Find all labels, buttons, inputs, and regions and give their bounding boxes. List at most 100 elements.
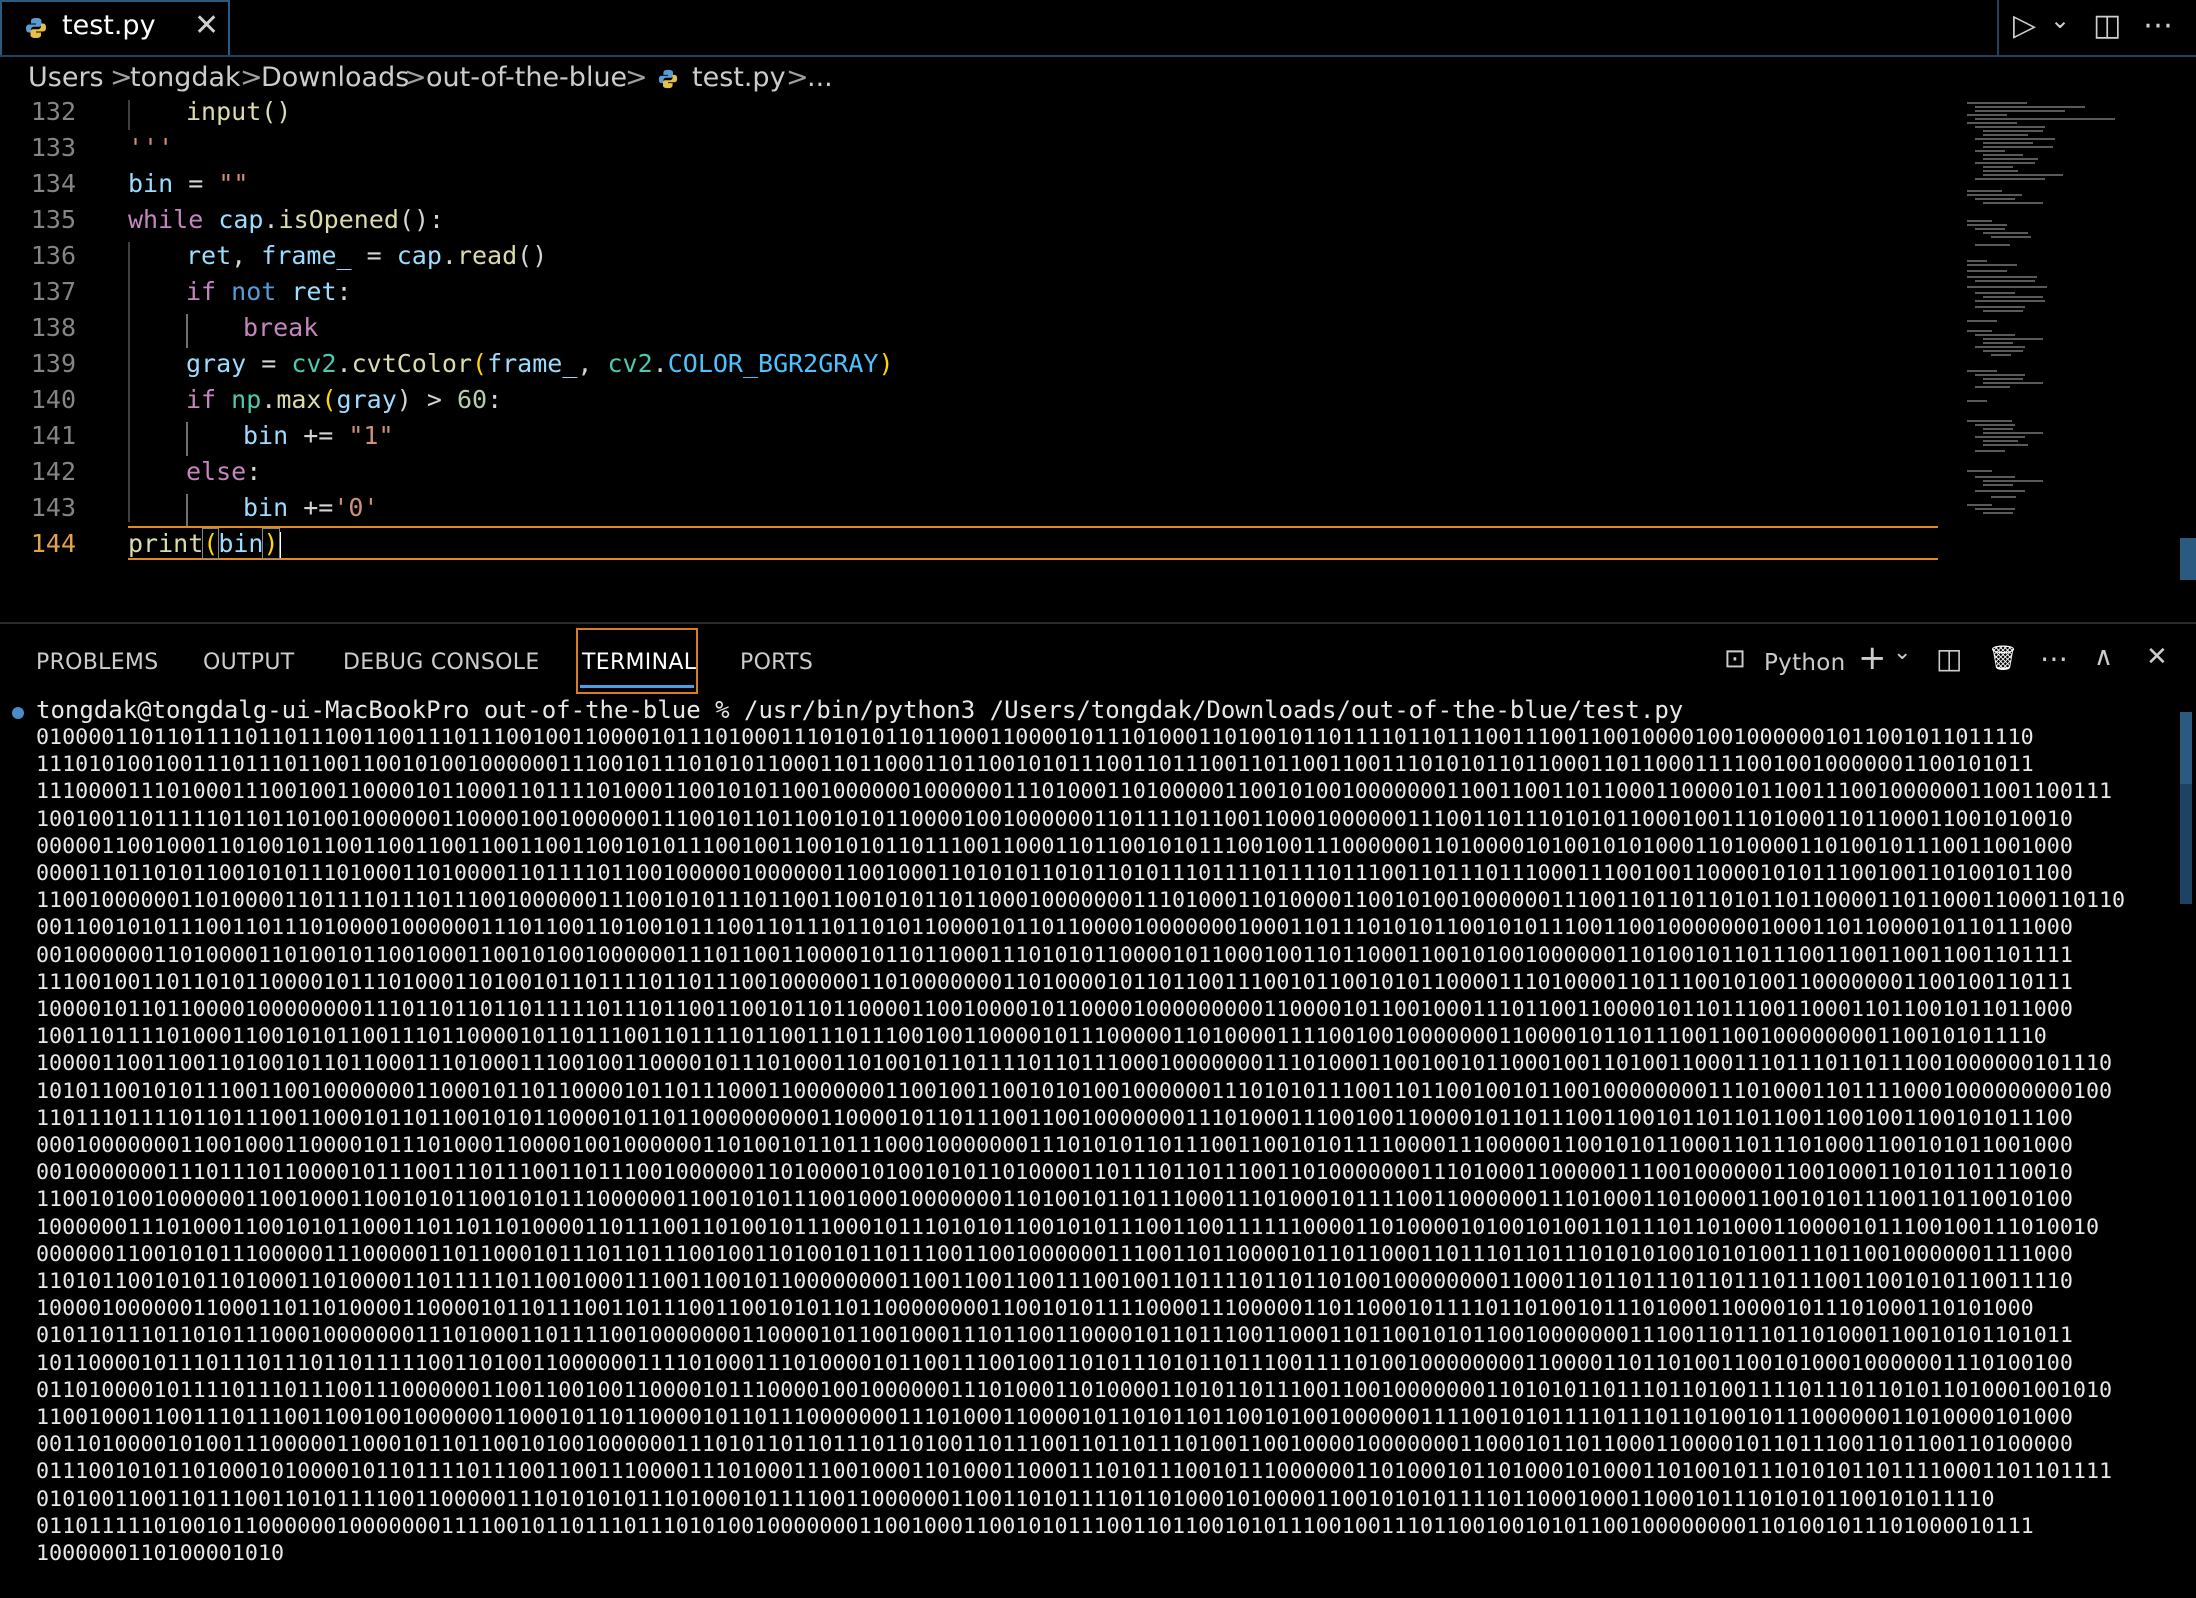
terminal-output-line: 0000011001000110100101100110011001100110… [36,833,2073,859]
terminal-icon: ⊡ [1724,644,1746,674]
code-token: COLOR_BGR2GRAY [667,349,879,378]
code-token: , [577,349,608,378]
code-line-142: else: [186,457,261,486]
text-cursor [278,532,281,558]
line-number: 143 [30,493,76,522]
code-line-135: while cap.isOpened(): [128,205,444,234]
code-token: . [652,349,668,378]
breadcrumb-users[interactable]: Users [28,62,104,93]
code-token: max [276,385,322,414]
run-icon[interactable]: ▷ [2013,8,2036,43]
trash-icon[interactable]: 🗑 [1988,644,2018,672]
line-number: 135 [30,205,76,234]
close-panel-icon[interactable]: ✕ [2146,642,2168,672]
code-token: . [441,241,457,270]
editor-scrollbar-thumb[interactable] [2180,538,2196,580]
breadcrumb-separator: > [786,62,809,93]
terminal-output-line: 1000011001100110100101101100011101000111… [36,1051,2113,1077]
code-token: else [186,457,247,486]
more-actions-icon[interactable]: ⋯ [2040,642,2068,675]
code-token: . [261,385,277,414]
terminal-output-line: 1110101001001110111011001100101001000000… [36,752,2034,778]
code-token: cv2 [607,349,653,378]
terminal-shell-label[interactable]: Python [1764,650,1846,676]
code-token: bin [243,493,289,522]
code-token: np [231,385,262,414]
terminal-view[interactable]: tongdak@tongdalg-ui-MacBookPro out-of-th… [0,696,2180,1596]
code-line-139: gray = cv2.cvtColor(frame_, cv2.COLOR_BG… [186,349,894,378]
more-actions-icon[interactable]: ⋯ [2143,8,2173,43]
tab-ports[interactable]: PORTS [740,650,813,675]
breadcrumb-separator: > [625,62,648,93]
breadcrumb-test-py[interactable]: test.py [692,62,786,93]
code-line-137: if not ret: [186,277,352,306]
breadcrumb-tongdak[interactable]: tongdak [130,62,241,93]
code-token: , [231,241,262,270]
bottom-panel: PROBLEMS OUTPUT DEBUG CONSOLE TERMINAL P… [0,622,2196,1598]
tab-terminal[interactable]: TERMINAL [576,628,698,694]
code-token: input() [186,97,292,126]
tab-debug-console[interactable]: DEBUG CONSOLE [343,650,540,675]
code-editor[interactable]: 132 133 134 135 136 137 138 139 140 141 … [0,97,2196,620]
terminal-output-line: 1100100011001110111001100100100000011000… [36,1405,2073,1431]
code-token: ( [321,385,337,414]
code-token: : [246,457,262,486]
code-token: ) [262,528,280,559]
terminal-prompt: tongdak@tongdalg-ui-MacBookPro out-of-th… [36,696,1684,724]
chevron-down-icon[interactable]: ⌄ [1893,640,1911,665]
line-number: 134 [30,169,76,198]
code-token: += [288,421,349,450]
breadcrumb-downloads[interactable]: Downloads [261,62,409,93]
line-number: 136 [30,241,76,270]
run-menu-chevron-icon[interactable]: ⌄ [2050,6,2070,34]
tab-bar-divider [1997,0,1999,55]
close-tab-icon[interactable]: ✕ [194,8,219,43]
line-number: 133 [30,133,76,162]
split-terminal-icon[interactable]: ◫ [1936,642,1962,675]
terminal-output-line: 1000000111010001100101011000110110110100… [36,1214,2100,1240]
indent-guide [128,100,130,130]
line-number: 132 [30,97,76,126]
breadcrumb-separator: > [240,62,263,93]
line-number: 142 [30,457,76,486]
code-line-141: bin += "1" [243,421,394,450]
line-number: 137 [30,277,76,306]
code-token: print [128,529,204,558]
code-token: = [351,241,397,270]
split-editor-icon[interactable]: ◫ [2093,8,2121,43]
terminal-output-line: 0010000000111011101100001011100111011100… [36,1160,2073,1186]
line-number: 141 [30,421,76,450]
code-line-143: bin +='0' [243,493,378,522]
terminal-output-line: 1101011001010110100011010000110111110110… [36,1269,2073,1295]
terminal-output-line: 0000110110101100101011101000110100001101… [36,861,2073,887]
maximize-panel-icon[interactable]: ∧ [2094,642,2113,672]
breadcrumb-symbols[interactable]: ... [807,62,833,93]
code-token: ''' [128,133,174,162]
code-line-132: input() [186,97,291,126]
code-token: cvtColor [351,349,473,378]
terminal-output-line: 1000010000001100011011010000110000101101… [36,1296,2034,1322]
current-line-highlight [128,526,1938,560]
code-token: isOpened [278,205,399,234]
terminal-output-line: 0110111110100101100000010000000111100101… [36,1513,2034,1539]
indent-guide [186,314,188,348]
breadcrumb-out-of-the-blue[interactable]: out-of-the-blue [426,62,627,93]
terminal-output-line: 0010000001101000011010010110010001100101… [36,942,2073,968]
code-token: bin [243,421,289,450]
code-token: "1" [348,421,394,450]
terminal-output-line: 0101001100110111001101011110011000001110… [36,1486,1995,1512]
code-token: gray [186,349,247,378]
tab-output[interactable]: OUTPUT [203,650,294,675]
tab-test-py[interactable]: test.py ✕ [0,0,230,55]
tab-problems[interactable]: PROBLEMS [36,650,158,675]
code-token: ( [202,528,220,559]
new-terminal-icon[interactable]: + [1858,638,1887,678]
terminal-output-line: 0011001010111001101110100001000000111011… [36,915,2073,941]
code-token: ret [291,277,337,306]
breadcrumb-separator: > [404,62,427,93]
code-token: frame_ [487,349,578,378]
minimap[interactable] [1955,100,2135,600]
code-token: (): [398,205,445,234]
code-token: "" [218,169,249,198]
code-token: . [263,205,279,234]
